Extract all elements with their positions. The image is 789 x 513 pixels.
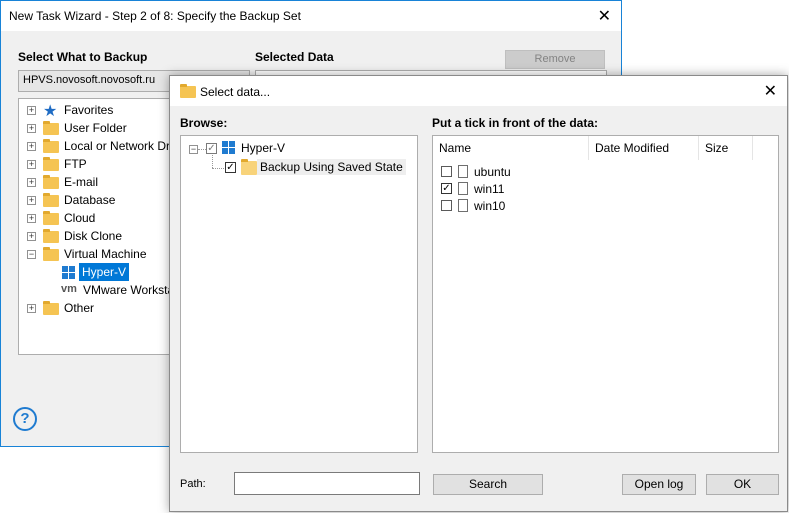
path-input[interactable]: [234, 472, 420, 495]
expand-icon[interactable]: +: [27, 304, 36, 313]
expand-icon[interactable]: +: [27, 124, 36, 133]
search-button[interactable]: Search: [433, 474, 543, 495]
browse-item-saved-state[interactable]: Backup Using Saved State: [257, 159, 406, 175]
browse-label: Browse:: [180, 116, 228, 130]
wizard-close-icon[interactable]: ✕: [598, 6, 611, 26]
browse-tree[interactable]: − ✓ Hyper-V ✓ Backup Using Saved State: [180, 135, 418, 453]
vmware-icon: vm: [61, 283, 77, 295]
folder-icon: [43, 157, 59, 171]
select-data-dialog: Select data... ✕ Browse: Put a tick in f…: [169, 75, 788, 512]
wizard-titlebar: New Task Wizard - Step 2 of 8: Specify t…: [1, 1, 621, 31]
file-checkbox[interactable]: [441, 166, 452, 177]
expand-icon[interactable]: +: [27, 142, 36, 151]
folder-icon: [180, 84, 196, 98]
expand-icon[interactable]: +: [27, 196, 36, 205]
tree-item-label: VMware Worksta: [83, 283, 175, 297]
dialog-close-icon[interactable]: ✕: [764, 81, 777, 101]
tree-item-label: Virtual Machine: [64, 247, 147, 261]
list-item[interactable]: ubuntu: [441, 163, 511, 180]
expand-icon[interactable]: +: [27, 106, 36, 115]
folder-icon: [43, 247, 59, 261]
data-list[interactable]: Name Date Modified Size ubuntu ✓ win11 w…: [432, 135, 779, 453]
path-label: Path:: [180, 478, 206, 490]
expand-icon[interactable]: +: [27, 214, 36, 223]
tree-item-label: Local or Network Dri: [64, 139, 173, 153]
folder-icon: [43, 193, 59, 207]
select-what-label: Select What to Backup: [18, 50, 148, 64]
tree-item-label: User Folder: [64, 121, 127, 135]
list-item[interactable]: win10: [441, 197, 505, 214]
remove-button[interactable]: Remove: [505, 50, 605, 69]
backup-source-tree[interactable]: + ★ Favorites + User Folder + Local or N…: [18, 98, 178, 355]
tree-item-label: Database: [64, 193, 116, 207]
tree-item-label: FTP: [64, 157, 87, 171]
ok-button[interactable]: OK: [706, 474, 779, 495]
file-name: win11: [474, 181, 505, 196]
file-name: ubuntu: [474, 164, 511, 179]
dialog-title: Select data...: [200, 85, 271, 99]
tree-connector: [212, 155, 213, 168]
file-checkbox[interactable]: ✓: [441, 183, 452, 194]
file-checkbox[interactable]: [441, 200, 452, 211]
expand-icon[interactable]: +: [27, 232, 36, 241]
tree-item-label: Cloud: [64, 211, 96, 225]
collapse-icon[interactable]: −: [27, 250, 36, 259]
list-item[interactable]: ✓ win11: [441, 180, 504, 197]
tree-connector: [198, 149, 206, 150]
hyper-v-checkbox[interactable]: ✓: [206, 143, 217, 154]
tree-connector: [212, 168, 224, 169]
folder-icon: [43, 175, 59, 189]
folder-icon: [43, 229, 59, 243]
help-icon[interactable]: ?: [13, 407, 37, 431]
folder-icon: [43, 301, 59, 315]
star-icon: ★: [43, 103, 58, 120]
windows-icon: [222, 141, 235, 154]
expand-icon[interactable]: +: [27, 178, 36, 187]
folder-icon: [43, 139, 59, 153]
folder-icon: [43, 121, 59, 135]
folder-icon: [43, 211, 59, 225]
expand-icon[interactable]: +: [27, 160, 36, 169]
windows-icon: [62, 266, 75, 279]
tick-instruction-label: Put a tick in front of the data:: [432, 116, 599, 130]
wizard-title: New Task Wizard - Step 2 of 8: Specify t…: [9, 9, 301, 23]
selected-data-label: Selected Data: [255, 50, 334, 64]
column-size[interactable]: Size: [699, 136, 753, 160]
tree-item-label: Favorites: [64, 103, 114, 117]
file-name: win10: [474, 198, 506, 213]
dialog-titlebar: Select data... ✕: [170, 76, 787, 106]
folder-icon: [241, 159, 257, 175]
saved-state-checkbox[interactable]: ✓: [225, 162, 236, 173]
tree-item-label: E-mail: [64, 175, 99, 189]
tree-item-label: Other: [64, 301, 95, 315]
open-log-button[interactable]: Open log: [622, 474, 696, 495]
browse-item-hyper-v[interactable]: Hyper-V: [241, 141, 285, 155]
file-icon: [458, 165, 468, 178]
tree-item-label: Disk Clone: [64, 229, 123, 243]
column-name[interactable]: Name: [433, 136, 589, 160]
collapse-icon[interactable]: −: [189, 145, 198, 154]
file-icon: [458, 182, 468, 195]
tree-item-label: Hyper-V: [79, 263, 130, 281]
file-icon: [458, 199, 468, 212]
column-date-modified[interactable]: Date Modified: [589, 136, 699, 160]
